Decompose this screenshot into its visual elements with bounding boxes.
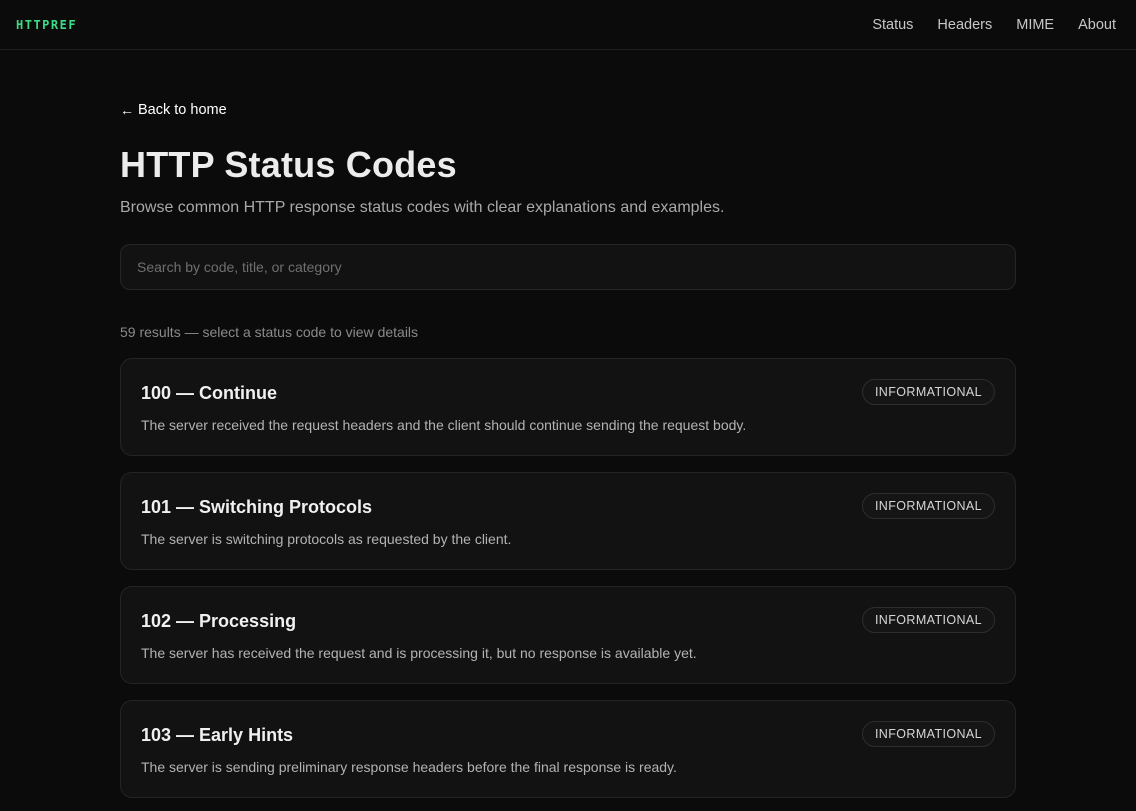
status-card-101[interactable]: 101 — Switching Protocols INFORMATIONAL …: [120, 472, 1016, 570]
search-input[interactable]: [120, 244, 1016, 290]
status-card-title: 101 — Switching Protocols: [141, 497, 373, 517]
status-card-102[interactable]: 102 — Processing INFORMATIONAL The serve…: [120, 586, 1016, 684]
arrow-left-icon: ←: [120, 102, 134, 118]
status-card-description: The server received the request headers …: [141, 417, 747, 433]
status-card-103[interactable]: 103 — Early Hints INFORMATIONAL The serv…: [120, 700, 1016, 798]
top-navbar: HTTPREF Status Headers MIME About: [0, 0, 1136, 50]
status-card-description: The server is switching protocols as req…: [141, 531, 512, 547]
status-card-description: The server has received the request and …: [141, 645, 697, 661]
category-badge: INFORMATIONAL: [861, 493, 995, 519]
category-badge: INFORMATIONAL: [861, 607, 995, 633]
status-card-description: The server is sending preliminary respon…: [141, 759, 677, 775]
status-card-title: 100 — Continue: [141, 383, 278, 403]
category-badge: INFORMATIONAL: [861, 379, 995, 405]
nav-link-status[interactable]: Status: [872, 17, 913, 33]
main-nav: Status Headers MIME About: [872, 17, 1116, 33]
category-badge: INFORMATIONAL: [861, 721, 995, 747]
status-card-title: 102 — Processing: [141, 611, 297, 631]
nav-link-about[interactable]: About: [1078, 17, 1116, 33]
back-to-home-link[interactable]: ← Back to home: [120, 102, 227, 118]
status-card-100[interactable]: 100 — Continue INFORMATIONAL The server …: [120, 358, 1016, 456]
page-subtitle: Browse common HTTP response status codes…: [120, 199, 725, 216]
nav-link-mime[interactable]: MIME: [1016, 17, 1054, 33]
back-link-label: Back to home: [138, 102, 227, 118]
site-logo[interactable]: HTTPREF: [16, 18, 77, 32]
nav-link-headers[interactable]: Headers: [937, 17, 992, 33]
status-card-title: 103 — Early Hints: [141, 725, 294, 745]
page-title: HTTP Status Codes: [120, 144, 457, 185]
results-count: 59 results — select a status code to vie…: [120, 324, 419, 340]
